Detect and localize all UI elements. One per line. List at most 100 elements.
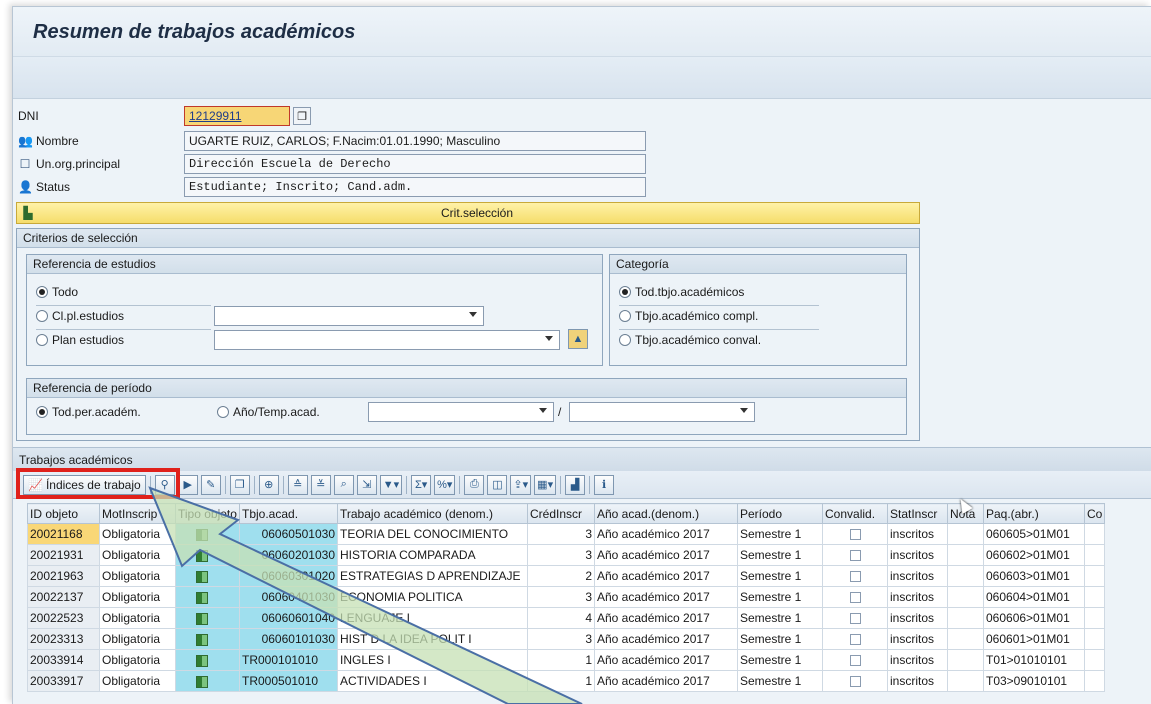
selection-toggle-icon: ▙ xyxy=(23,206,33,220)
radio-cl-pl-estudios[interactable]: Cl.pl.estudios xyxy=(36,309,124,323)
crit-seleccion-button[interactable]: ▙ Crit.selección xyxy=(16,202,920,224)
checkbox-icon[interactable] xyxy=(849,592,861,604)
radio-tbjo-conval[interactable]: Tbjo.académico conval. xyxy=(619,333,761,347)
radio-tod-tbjo[interactable]: Tod.tbjo.académicos xyxy=(619,285,744,299)
edit-icon[interactable]: ✎ xyxy=(200,474,221,495)
denom-cell: ACTIVIDADES I xyxy=(337,670,528,692)
temporada-select[interactable] xyxy=(569,402,755,422)
checkbox-icon[interactable] xyxy=(849,529,861,541)
radio-anio-temp[interactable]: Año/Temp.acad. xyxy=(217,405,320,419)
column-header[interactable]: MotInscrip xyxy=(99,503,176,524)
column-header[interactable]: Año acad.(denom.) xyxy=(594,503,738,524)
table-row[interactable]: 20033917 Obligatoria TR000501010 ACTIVID… xyxy=(27,670,1106,692)
chevron-down-icon xyxy=(469,312,477,317)
filter-icon[interactable]: ▼▾ xyxy=(379,474,403,495)
object-type-cell xyxy=(175,586,240,608)
id-cell[interactable]: 20022137 xyxy=(27,586,100,608)
id-cell[interactable]: 20022523 xyxy=(27,607,100,629)
preview-icon[interactable]: ◫ xyxy=(487,474,508,495)
tbjo-cell[interactable]: 06060601040 xyxy=(239,607,338,629)
column-header[interactable]: Convalid. xyxy=(822,503,888,524)
radio-todo-control[interactable] xyxy=(36,286,48,298)
anio-cell: Año académico 2017 xyxy=(594,586,738,608)
layout-icon[interactable]: ▦▾ xyxy=(534,474,557,495)
person-status-icon: 👤 xyxy=(18,180,33,194)
column-header[interactable]: Período xyxy=(737,503,823,524)
radio-plan-control[interactable] xyxy=(36,334,48,346)
tbjo-cell[interactable]: 06060101030 xyxy=(239,628,338,650)
radio-tbjo-compl-control[interactable] xyxy=(619,310,631,322)
dni-input[interactable]: 12129911 xyxy=(184,106,290,126)
tbjo-cell[interactable]: 06060401030 xyxy=(239,586,338,608)
id-cell[interactable]: 20033914 xyxy=(27,649,100,671)
checkbox-icon[interactable] xyxy=(849,571,861,583)
radio-tod-per-control[interactable] xyxy=(36,406,48,418)
radio-anio-temp-control[interactable] xyxy=(217,406,229,418)
copy-icon[interactable]: ❐ xyxy=(293,107,311,125)
cl-pl-estudios-select[interactable] xyxy=(214,306,484,326)
column-header[interactable]: StatInscr xyxy=(887,503,948,524)
table-row[interactable]: 20021168 Obligatoria 06060501030 TEORIA … xyxy=(27,523,1106,545)
find-icon[interactable]: ⌕ xyxy=(333,474,354,495)
column-header[interactable]: ID objeto xyxy=(27,503,100,524)
table-row[interactable]: 20022137 Obligatoria 06060401030 ECONOMI… xyxy=(27,586,1106,608)
tbjo-cell[interactable]: TR000501010 xyxy=(239,670,338,692)
chevron-down-icon xyxy=(545,336,553,341)
radio-tbjo-compl[interactable]: Tbjo.académico compl. xyxy=(619,309,758,323)
paq-cell: 060602>01M01 xyxy=(983,544,1085,566)
table-row[interactable]: 20022523 Obligatoria 06060601040 LENGUAJ… xyxy=(27,607,1106,629)
graphic-icon[interactable]: ▟ xyxy=(565,474,586,495)
sum-icon[interactable]: Σ▾ xyxy=(411,474,432,495)
table-row[interactable]: 20021931 Obligatoria 06060201030 HISTORI… xyxy=(27,544,1106,566)
table-row[interactable]: 20021963 Obligatoria 06060301020 ESTRATE… xyxy=(27,565,1106,587)
table-row[interactable]: 20023313 Obligatoria 06060101030 HIST D … xyxy=(27,628,1106,650)
copy-rows-icon[interactable]: ❐ xyxy=(229,474,250,495)
checkbox-icon[interactable] xyxy=(849,655,861,667)
plan-estudios-select[interactable] xyxy=(214,330,560,350)
radio-tbjo-conval-control[interactable] xyxy=(619,334,631,346)
zoom-icon[interactable]: ⊕ xyxy=(258,474,279,495)
info-icon[interactable]: ℹ xyxy=(594,474,615,495)
id-cell[interactable]: 20021963 xyxy=(27,565,100,587)
checkbox-icon[interactable] xyxy=(849,676,861,688)
tbjo-cell[interactable]: 06060501030 xyxy=(239,523,338,545)
column-header[interactable]: Tipo objeto xyxy=(175,503,240,524)
column-header[interactable]: Tbjo.acad. xyxy=(239,503,338,524)
checkbox-icon[interactable] xyxy=(849,550,861,562)
id-cell[interactable]: 20023313 xyxy=(27,628,100,650)
column-header[interactable]: Co xyxy=(1083,503,1106,524)
checkbox-icon[interactable] xyxy=(849,613,861,625)
anio-cell: Año académico 2017 xyxy=(594,607,738,629)
tbjo-cell[interactable]: 06060301020 xyxy=(239,565,338,587)
radio-plan-estudios[interactable]: Plan estudios xyxy=(36,333,124,347)
print-icon[interactable]: ⎙ xyxy=(464,474,485,495)
export-icon[interactable]: ⇪▾ xyxy=(510,474,532,495)
anio-acad-select[interactable] xyxy=(368,402,554,422)
id-cell[interactable]: 20033917 xyxy=(27,670,100,692)
id-cell[interactable]: 20021931 xyxy=(27,544,100,566)
anio-cell: Año académico 2017 xyxy=(594,523,738,545)
table-row[interactable]: 20033914 Obligatoria TR000101010 INGLES … xyxy=(27,649,1106,671)
radio-tod-per[interactable]: Tod.per.académ. xyxy=(36,405,141,419)
column-header[interactable]: Paq.(abr.) xyxy=(983,503,1085,524)
radio-tod-tbjo-control[interactable] xyxy=(619,286,631,298)
tbjo-cell[interactable]: 06060201030 xyxy=(239,544,338,566)
paq-cell: 060606>01M01 xyxy=(983,607,1085,629)
paq-cell: T01>01010101 xyxy=(983,649,1085,671)
column-header[interactable]: Trabajo académico (denom.) xyxy=(337,503,528,524)
checkbox-icon[interactable] xyxy=(849,634,861,646)
sort-asc-icon[interactable]: ≙ xyxy=(287,474,308,495)
search-help-icon[interactable]: ▲ xyxy=(568,329,588,349)
column-header[interactable]: CrédInscr xyxy=(527,503,595,524)
stat-cell: inscritos xyxy=(887,523,948,545)
radio-todo[interactable]: Todo xyxy=(36,285,78,299)
radio-cl-pl-control[interactable] xyxy=(36,310,48,322)
next-icon[interactable]: ▶ xyxy=(177,474,198,495)
sort-desc-icon[interactable]: ≚ xyxy=(310,474,331,495)
tbjo-cell[interactable]: TR000101010 xyxy=(239,649,338,671)
categoria-group: Categoría Tod.tbjo.académicos Tbjo.acadé… xyxy=(609,254,907,366)
subtotal-icon[interactable]: %▾ xyxy=(434,474,456,495)
id-cell[interactable]: 20021168 xyxy=(27,523,100,545)
paq-cell: 060601>01M01 xyxy=(983,628,1085,650)
find-next-icon[interactable]: ⇲ xyxy=(356,474,377,495)
